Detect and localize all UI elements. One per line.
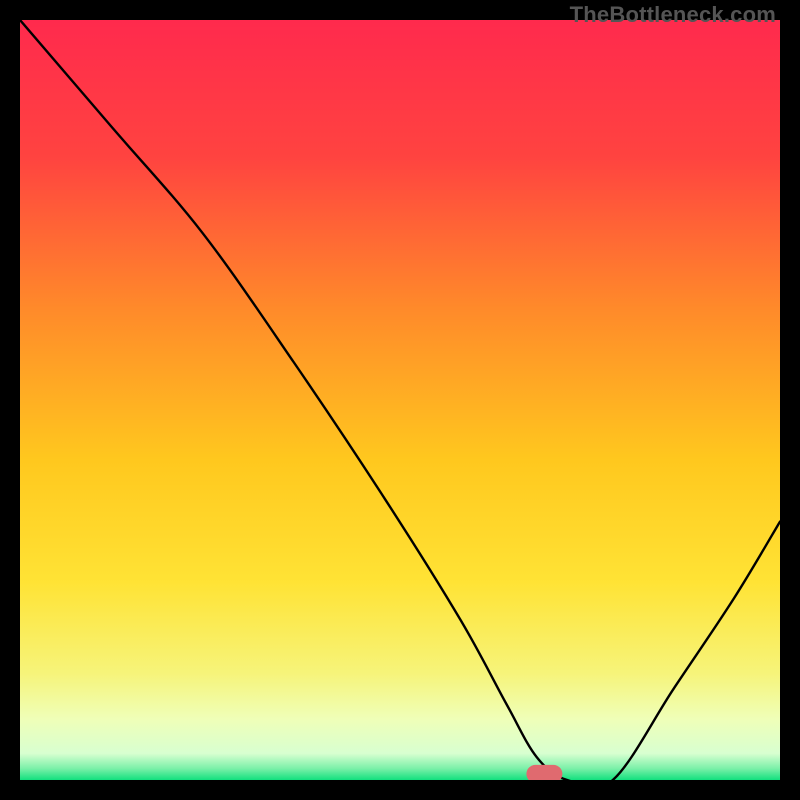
attribution-text: TheBottleneck.com (570, 2, 776, 28)
bottleneck-chart (20, 20, 780, 780)
gradient-background (20, 20, 780, 780)
chart-frame (20, 20, 780, 780)
optimum-marker (526, 765, 562, 780)
